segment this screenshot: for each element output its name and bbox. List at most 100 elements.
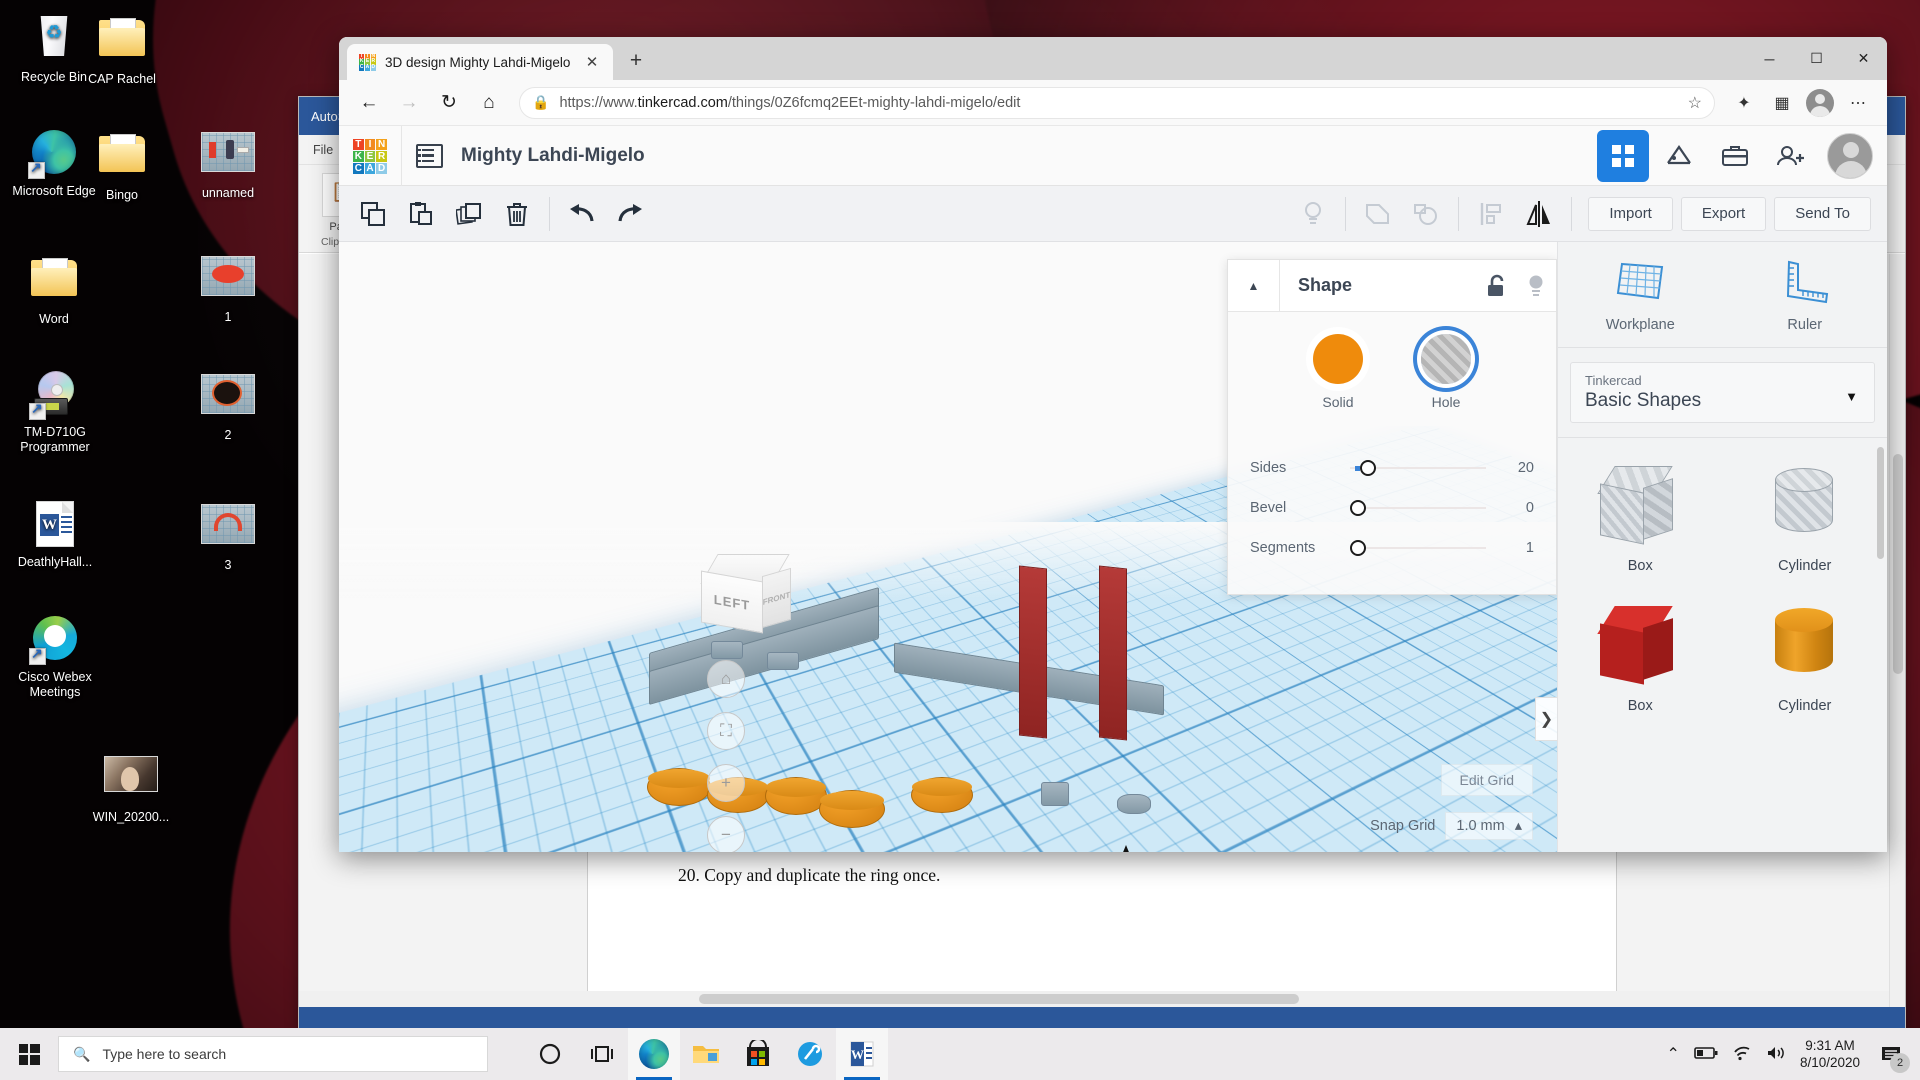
desktop-icon-cap-rachel[interactable]: PDF CAP Rachel: [76, 12, 168, 87]
snap-grid-control[interactable]: Snap Grid 1.0 mm ▴: [1370, 812, 1533, 840]
height-gizmo-arrow[interactable]: [1117, 845, 1135, 852]
desktop-icon-win-photo[interactable]: WIN_20200...: [76, 752, 186, 825]
hole-option[interactable]: Hole: [1421, 334, 1471, 410]
forward-button[interactable]: →: [391, 85, 427, 121]
unlock-icon[interactable]: [1476, 260, 1516, 312]
segments-slider[interactable]: [1350, 540, 1486, 556]
hole-swatch[interactable]: [1421, 334, 1471, 384]
reload-button[interactable]: ↻: [431, 85, 467, 121]
battery-icon[interactable]: [1694, 1046, 1718, 1063]
home-view-icon[interactable]: ⌂: [707, 660, 745, 698]
model-ring[interactable]: [911, 777, 973, 813]
solid-swatch[interactable]: [1313, 334, 1363, 384]
slider-row-segments[interactable]: Segments 1: [1250, 528, 1534, 568]
close-window-button[interactable]: ✕: [1840, 37, 1887, 80]
desktop-icon-photo-1[interactable]: 1: [182, 252, 274, 325]
tinkercad-toolbar[interactable]: Import Export Send To: [339, 186, 1887, 242]
shape-inspector-panel[interactable]: ▲ Shape Solid Hole Sides 20 Bevel 0 Segm…: [1227, 259, 1557, 595]
favorite-star-icon[interactable]: ☆: [1688, 93, 1702, 113]
3d-canvas[interactable]: 6.00 6.00 LEFT FRONT ⌂ ⛶ + − ◯ ▲ Shape: [339, 242, 1557, 852]
model-knob[interactable]: [767, 652, 799, 670]
desktop-icon-cisco-webex-meetings[interactable]: Cisco Webex Meetings: [0, 614, 110, 700]
paste-icon[interactable]: [397, 190, 445, 238]
wifi-icon[interactable]: [1732, 1045, 1752, 1064]
start-button[interactable]: [0, 1028, 58, 1080]
solid-option[interactable]: Solid: [1313, 334, 1363, 410]
view-cube[interactable]: LEFT FRONT: [700, 554, 791, 634]
fit-view-icon[interactable]: ⛶: [707, 712, 745, 750]
model-knob[interactable]: [1117, 794, 1151, 814]
user-avatar[interactable]: [1827, 132, 1873, 179]
word-icon[interactable]: W: [836, 1028, 888, 1080]
sidebar-tools[interactable]: Workplane Ruler: [1558, 242, 1887, 347]
browser-tab[interactable]: TINKERCAD 3D design Mighty Lahdi-Migelo …: [347, 44, 613, 80]
model-ring[interactable]: [819, 790, 885, 828]
send-to-button[interactable]: Send To: [1774, 196, 1871, 231]
tinkercad-logo[interactable]: TINKERCAD: [353, 138, 387, 174]
maximize-button[interactable]: ☐: [1793, 37, 1840, 80]
shape-parameter-sliders[interactable]: Sides 20 Bevel 0 Segments 1: [1228, 426, 1556, 594]
clock[interactable]: 9:31 AM 8/10/2020: [1800, 1037, 1860, 1071]
gallery-icon[interactable]: [1709, 130, 1761, 182]
align-icon[interactable]: [1467, 190, 1515, 238]
design-list-icon[interactable]: [416, 143, 443, 168]
codeblocks-icon[interactable]: [1653, 130, 1705, 182]
model-knob[interactable]: [1041, 782, 1069, 806]
undo-icon[interactable]: [558, 190, 606, 238]
desktop-icon-unnamed[interactable]: unnamed: [182, 128, 274, 201]
model-ring[interactable]: [765, 777, 827, 815]
edit-grid-button[interactable]: Edit Grid: [1440, 764, 1533, 796]
shape-item-box-solid[interactable]: Box: [1558, 588, 1723, 724]
group-icon[interactable]: [1354, 190, 1402, 238]
chevron-down-icon[interactable]: ▼: [1845, 389, 1858, 404]
tray-expand-icon[interactable]: ⌃: [1667, 1044, 1680, 1064]
trash-icon[interactable]: [493, 190, 541, 238]
shape-item-box-hole[interactable]: Box: [1558, 448, 1723, 584]
model-red-bar[interactable]: [1099, 565, 1127, 741]
bevel-slider[interactable]: [1350, 500, 1486, 516]
microsoft-store-icon[interactable]: [732, 1028, 784, 1080]
desktop-icon-deathlyhallows-doc[interactable]: W DeathlyHall...: [0, 500, 110, 570]
system-tray[interactable]: ⌃ 9:31 AM 8/10/2020 2: [1667, 1037, 1920, 1073]
shape-item-cylinder-solid[interactable]: Cylinder: [1723, 588, 1888, 724]
desktop-icon-tm-d710g-programmer[interactable]: TM-D710G Programmer: [0, 370, 110, 455]
file-explorer-icon[interactable]: [680, 1028, 732, 1080]
desktop-icon-bingo[interactable]: W Bingo: [76, 128, 168, 203]
windows-taskbar[interactable]: 🔍 Type here to search W ⌃ 9:31 AM 8/10/2: [0, 1028, 1920, 1080]
model-knob[interactable]: [711, 641, 743, 659]
collapse-panel-icon[interactable]: ▲: [1228, 259, 1280, 312]
sidebar-item-workplane[interactable]: Workplane: [1558, 242, 1723, 347]
desktop-icon-photo-3[interactable]: 3: [182, 500, 274, 573]
minimize-button[interactable]: ─: [1746, 37, 1793, 80]
browser-window[interactable]: TINKERCAD 3D design Mighty Lahdi-Migelo …: [339, 37, 1887, 852]
shapes-sidebar[interactable]: Workplane Ruler Tinkercad Basic Shapes ▼…: [1557, 242, 1887, 852]
ungroup-icon[interactable]: [1402, 190, 1450, 238]
copy-icon[interactable]: [349, 190, 397, 238]
import-button[interactable]: Import: [1588, 196, 1673, 231]
address-bar[interactable]: 🔒 https://www.tinkercad.com/things/0Z6fc…: [519, 86, 1715, 119]
favorites-icon[interactable]: ▦: [1765, 86, 1799, 120]
zoom-out-icon[interactable]: −: [707, 816, 745, 852]
volume-icon[interactable]: [1766, 1045, 1786, 1064]
shape-library-select[interactable]: Tinkercad Basic Shapes ▼: [1570, 362, 1875, 423]
slider-row-sides[interactable]: Sides 20: [1250, 448, 1534, 488]
invite-icon[interactable]: [1765, 130, 1817, 182]
header-actions[interactable]: [1597, 129, 1873, 182]
close-tab-icon[interactable]: ✕: [581, 51, 603, 73]
collections-icon[interactable]: ✦: [1727, 86, 1761, 120]
snap-grid-select[interactable]: 1.0 mm ▴: [1445, 812, 1533, 840]
profile-icon[interactable]: [1803, 86, 1837, 120]
blocks-icon[interactable]: [1597, 129, 1649, 182]
slider-row-bevel[interactable]: Bevel 0: [1250, 488, 1534, 528]
browser-nav-bar[interactable]: ← → ↻ ⌂ 🔒 https://www.tinkercad.com/thin…: [339, 80, 1887, 126]
back-button[interactable]: ←: [351, 85, 387, 121]
word-vertical-scrollbar[interactable]: [1889, 254, 1905, 1007]
tinkercad-body[interactable]: 6.00 6.00 LEFT FRONT ⌂ ⛶ + − ◯ ▲ Shape: [339, 242, 1887, 852]
zoom-in-icon[interactable]: +: [707, 764, 745, 802]
sidebar-item-ruler[interactable]: Ruler: [1723, 242, 1888, 347]
word-tab-file[interactable]: File: [313, 143, 333, 157]
tool-icon[interactable]: [784, 1028, 836, 1080]
word-horizontal-scrollbar[interactable]: [299, 991, 1889, 1007]
sides-slider[interactable]: [1350, 460, 1486, 476]
sidebar-scrollbar[interactable]: [1877, 447, 1884, 559]
